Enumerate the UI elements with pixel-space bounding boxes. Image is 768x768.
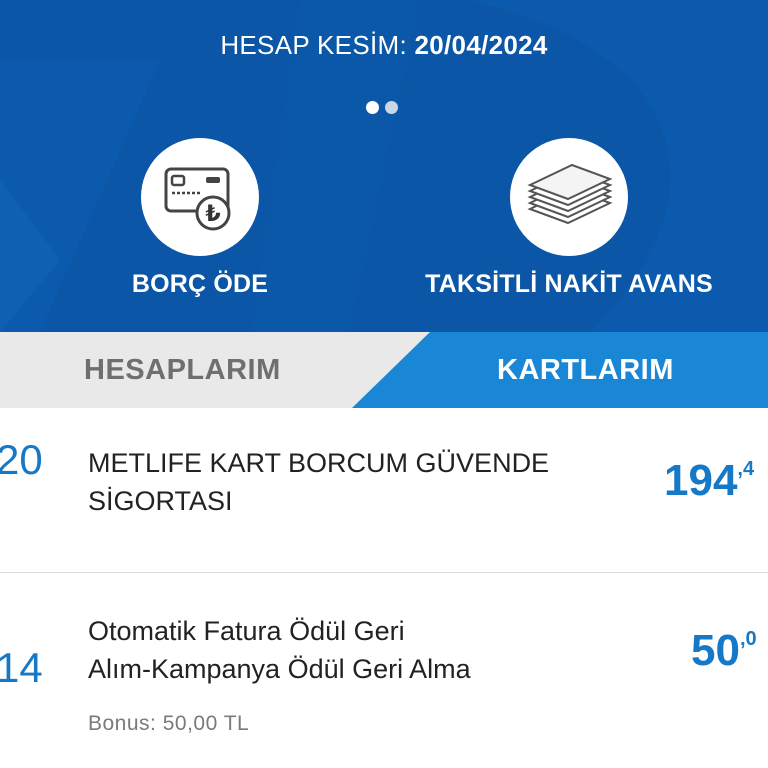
page-dot-active[interactable] <box>366 101 379 114</box>
svg-text:₺: ₺ <box>205 202 220 227</box>
description-line-2: SİGORTASI <box>88 486 233 516</box>
statement-cut-date: HESAP KESİM: 20/04/2024 <box>0 30 768 61</box>
page-indicator[interactable] <box>366 101 398 114</box>
transaction-amount: 50,0 <box>691 626 757 676</box>
pay-debt-button[interactable]: ₺ BORÇ ÖDE <box>75 138 325 299</box>
bonus-info: Bonus: 50,00 TL <box>88 712 250 735</box>
description-line-1: Otomatik Fatura Ödül Geri <box>88 616 405 646</box>
transaction-day: 14 <box>0 644 43 691</box>
amount-decimal: ,4 <box>737 458 755 480</box>
amount-decimal: ,0 <box>739 628 757 650</box>
transaction-description: Otomatik Fatura Ödül Geri Alım-Kampanya … <box>88 612 588 688</box>
transaction-row[interactable]: 20 METLIFE KART BORCUM GÜVENDE SİGORTASI… <box>0 408 768 573</box>
amount-integer: 194 <box>664 456 738 505</box>
cash-advance-label[interactable]: TAKSİTLİ NAKİT AVANS <box>409 270 729 299</box>
pay-debt-label[interactable]: BORÇ ÖDE <box>75 270 325 299</box>
tab-accounts[interactable]: HESAPLARIM <box>84 354 281 387</box>
account-card-tabs: HESAPLARIM KARTLARIM <box>0 332 768 408</box>
page-dot[interactable] <box>385 101 398 114</box>
transaction-day: 20 <box>0 436 43 483</box>
transaction-description: METLIFE KART BORCUM GÜVENDE SİGORTASI <box>88 444 588 520</box>
cash-advance-icon-circle[interactable] <box>510 138 628 256</box>
transaction-row[interactable]: 14 Otomatik Fatura Ödül Geri Alım-Kampan… <box>0 574 768 768</box>
tab-cards[interactable]: KARTLARIM <box>497 354 674 387</box>
cut-date-value: 20/04/2024 <box>414 30 548 60</box>
pay-debt-icon-circle[interactable]: ₺ <box>141 138 259 256</box>
banknotes-icon <box>527 163 613 225</box>
card-lira-icon: ₺ <box>164 167 231 231</box>
amount-integer: 50 <box>691 626 740 675</box>
installment-cash-advance-button[interactable]: TAKSİTLİ NAKİT AVANS <box>425 138 713 299</box>
cut-label: HESAP KESİM: <box>220 30 407 60</box>
description-line-1: METLIFE KART BORCUM GÜVENDE <box>88 448 550 478</box>
transaction-amount: 194,4 <box>664 456 754 506</box>
account-header: HESAP KESİM: 20/04/2024 ₺ BORÇ ÖDE TAKSİ… <box>0 0 768 332</box>
description-line-2: Alım-Kampanya Ödül Geri Alma <box>88 654 471 684</box>
